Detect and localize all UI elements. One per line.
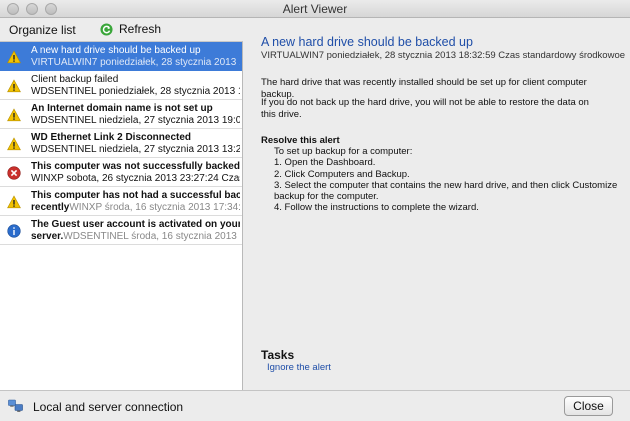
- connection-status: Local and server connection: [33, 400, 184, 414]
- alert-source: server.WDSENTINEL środa, 16 stycznia 201…: [31, 231, 240, 242]
- warning-icon: [7, 79, 21, 93]
- title-bar: Alert Viewer: [0, 0, 630, 18]
- resolve-step: 2. Click Computers and Backup.: [274, 168, 410, 180]
- window-title: Alert Viewer: [282, 2, 348, 16]
- alert-title: This computer was not successfully backe…: [31, 161, 240, 172]
- detail-title: A new hard drive should be backed up: [261, 35, 473, 49]
- alert-source-text: WDSENTINEL środa, 16 stycznia 2013 17...: [63, 231, 240, 242]
- alert-title: WD Ethernet Link 2 Disconnected: [31, 132, 192, 143]
- alert-item[interactable]: This computer was not successfully backe…: [0, 158, 242, 187]
- warning-icon: [7, 137, 21, 151]
- alert-title-continued: server.: [31, 231, 64, 242]
- alert-item[interactable]: The Guest user account is activated on y…: [0, 216, 242, 245]
- alert-title: This computer has not had a successful b…: [31, 190, 240, 201]
- alert-title: An Internet domain name is not set up: [31, 103, 213, 114]
- warning-icon: [7, 108, 21, 122]
- alert-source: WDSENTINEL niedziela, 27 stycznia 2013 1…: [31, 144, 240, 155]
- refresh-label: Refresh: [119, 22, 162, 36]
- alert-item[interactable]: WD Ethernet Link 2 Disconnected WDSENTIN…: [0, 129, 242, 158]
- warning-icon: [7, 50, 21, 64]
- list-toolbar: Organize list Refresh: [0, 19, 243, 41]
- ignore-alert-link[interactable]: Ignore the alert: [267, 362, 331, 373]
- alert-detail-pane: A new hard drive should be backed up VIR…: [244, 19, 630, 390]
- alert-source: VIRTUALWIN7 poniedziałek, 28 stycznia 20…: [31, 57, 240, 68]
- alert-title: The Guest user account is activated on y…: [31, 219, 240, 230]
- resolve-intro: To set up backup for a computer:: [274, 146, 413, 157]
- close-window-control[interactable]: [7, 3, 19, 15]
- detail-source: VIRTUALWIN7 poniedziałek, 28 stycznia 20…: [261, 50, 625, 61]
- alert-item[interactable]: This computer has not had a successful b…: [0, 187, 242, 216]
- alert-item[interactable]: An Internet domain name is not set up WD…: [0, 100, 242, 129]
- alert-source: WDSENTINEL niedziela, 27 stycznia 2013 1…: [31, 115, 240, 126]
- alert-item[interactable]: Client backup failed WDSENTINEL poniedzi…: [0, 71, 242, 100]
- warning-icon: [7, 195, 21, 209]
- resolve-step: 1. Open the Dashboard.: [274, 157, 376, 169]
- alert-list[interactable]: A new hard drive should be backed up VIR…: [0, 41, 243, 390]
- alert-title: Client backup failed: [31, 74, 119, 85]
- network-connection-icon: [8, 399, 23, 412]
- status-bar: Local and server connection Close: [0, 390, 630, 421]
- refresh-button[interactable]: Refresh: [100, 22, 161, 36]
- resolve-heading: Resolve this alert: [261, 135, 340, 146]
- tasks-heading: Tasks: [261, 348, 295, 362]
- resolve-step: 3. Select the computer that contains the…: [274, 179, 618, 203]
- error-icon: [7, 166, 21, 180]
- alert-title-continued: recently: [31, 202, 70, 213]
- zoom-window-control[interactable]: [45, 3, 57, 15]
- resolve-step: 4. Follow the instructions to complete t…: [274, 202, 479, 214]
- alert-source: recentlyWINXP środa, 16 stycznia 2013 17…: [31, 202, 240, 213]
- alert-source: WDSENTINEL poniedziałek, 28 stycznia 201…: [31, 86, 240, 97]
- detail-consequence: If you do not back up the hard drive, yo…: [261, 97, 589, 120]
- alert-title: A new hard drive should be backed up: [31, 45, 201, 56]
- organize-list-button[interactable]: Organize list: [9, 23, 76, 37]
- resolve-instructions: To set up backup for a computer: 1. Open…: [274, 146, 619, 214]
- alert-viewer-window: Alert Viewer Organize list Refresh A new…: [0, 0, 630, 421]
- close-button[interactable]: Close: [564, 396, 613, 416]
- refresh-icon: [100, 22, 113, 36]
- info-icon: [7, 224, 21, 238]
- alert-source-text: WINXP środa, 16 stycznia 2013 17:34:4...: [69, 202, 240, 213]
- minimize-window-control[interactable]: [26, 3, 38, 15]
- alert-item[interactable]: A new hard drive should be backed up VIR…: [0, 42, 242, 71]
- alert-source: WINXP sobota, 26 stycznia 2013 23:27:24 …: [31, 173, 240, 184]
